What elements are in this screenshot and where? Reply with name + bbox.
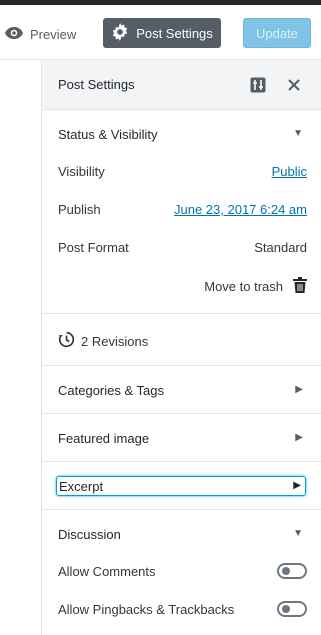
caret-down-icon[interactable]: ▼: [293, 528, 303, 539]
update-button[interactable]: Update: [243, 18, 311, 48]
status-visibility-panel: Status & Visibility ▼ Visibility Public …: [42, 110, 321, 314]
gear-icon: [111, 22, 129, 44]
featured-image-panel[interactable]: Featured image ▶: [42, 414, 321, 462]
sidebar-title: Post Settings: [58, 77, 135, 92]
revisions-link[interactable]: 2 Revisions: [58, 331, 148, 351]
publish-label: Publish: [58, 202, 101, 217]
eye-icon: [4, 26, 24, 43]
revisions-panel: 2 Revisions: [42, 314, 321, 366]
settings-sidebar: Post Settings Status & Visibility ▼ Visi…: [41, 60, 321, 635]
visibility-link[interactable]: Public: [272, 164, 307, 179]
caret-right-icon: ▶: [293, 480, 301, 491]
allow-pingbacks-row: Allow Pingbacks & Trackbacks: [58, 601, 307, 617]
publish-date-link[interactable]: June 23, 2017 6:24 am: [174, 202, 307, 217]
block-settings-icon[interactable]: [248, 75, 268, 95]
caret-down-icon[interactable]: ▼: [293, 128, 303, 139]
post-format-row: Post Format Standard: [58, 240, 307, 255]
post-settings-button-label: Post Settings: [136, 25, 213, 41]
allow-pingbacks-toggle[interactable]: [277, 601, 307, 617]
excerpt-label: Excerpt: [59, 479, 104, 494]
post-format-label: Post Format: [58, 240, 129, 255]
update-button-label: Update: [256, 25, 298, 41]
status-visibility-toggle[interactable]: Status & Visibility: [58, 127, 157, 142]
admin-bar-edge: [0, 0, 321, 5]
discussion-toggle[interactable]: Discussion: [58, 527, 121, 542]
categories-tags-label: Categories & Tags: [58, 383, 164, 398]
excerpt-panel: Excerpt ▶: [42, 462, 321, 510]
visibility-row: Visibility Public: [58, 164, 307, 179]
preview-label: Preview: [30, 26, 77, 42]
caret-right-icon: ▶: [295, 432, 303, 443]
allow-pingbacks-label: Allow Pingbacks & Trackbacks: [58, 601, 235, 617]
featured-image-label: Featured image: [58, 431, 150, 446]
categories-tags-panel[interactable]: Categories & Tags ▶: [42, 366, 321, 414]
excerpt-toggle[interactable]: Excerpt ▶: [56, 476, 306, 496]
close-icon[interactable]: [284, 75, 304, 95]
move-to-trash-label: Move to trash: [204, 279, 283, 294]
allow-comments-label: Allow Comments: [58, 563, 156, 579]
publish-row: Publish June 23, 2017 6:24 am: [58, 202, 307, 217]
history-icon: [58, 331, 75, 351]
trash-icon: [293, 277, 307, 296]
post-format-select[interactable]: Standard: [254, 240, 307, 255]
allow-comments-row: Allow Comments: [58, 563, 307, 579]
allow-comments-toggle[interactable]: [277, 563, 307, 579]
revisions-label: 2 Revisions: [81, 333, 149, 349]
sidebar-header: Post Settings: [42, 60, 321, 110]
visibility-label: Visibility: [58, 164, 105, 179]
editor-header: Preview Post Settings Update: [0, 0, 321, 60]
caret-right-icon: ▶: [295, 384, 303, 395]
move-to-trash-button[interactable]: Move to trash: [58, 277, 307, 296]
discussion-panel: Discussion ▼ Allow Comments Allow Pingba…: [42, 510, 321, 632]
post-settings-toggle-button[interactable]: Post Settings: [103, 18, 221, 48]
preview-button[interactable]: Preview: [4, 22, 76, 46]
